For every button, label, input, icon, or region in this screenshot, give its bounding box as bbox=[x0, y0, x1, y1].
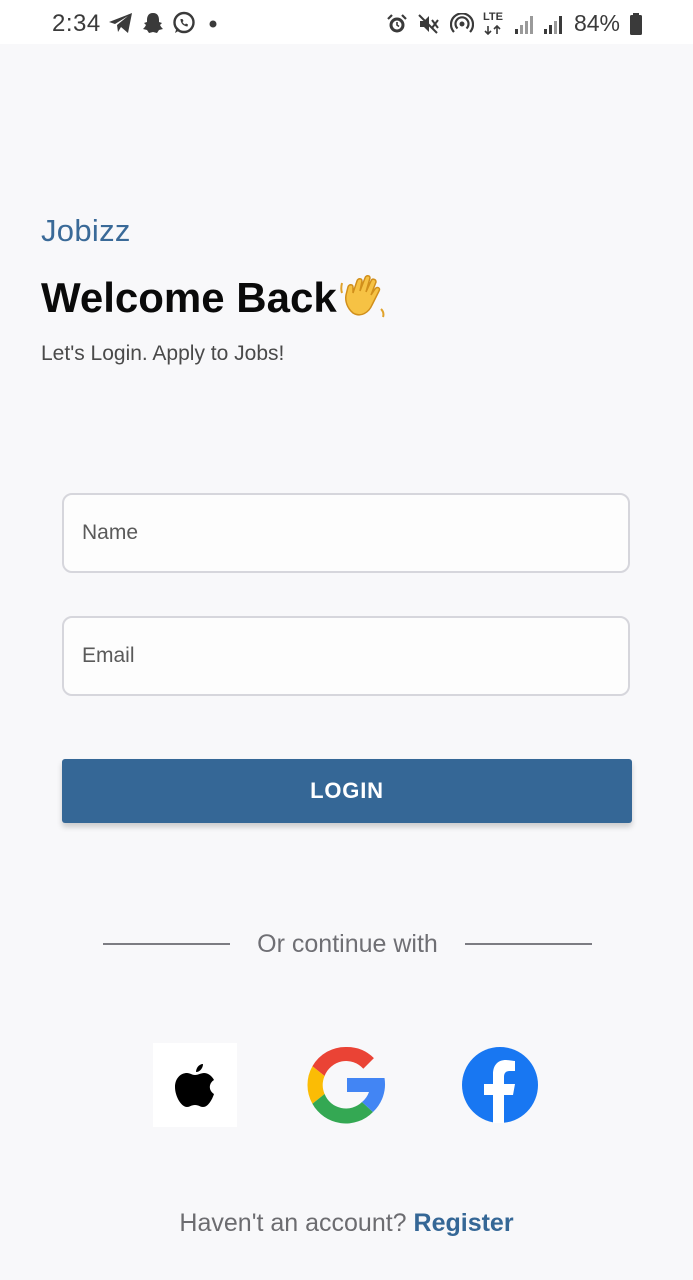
battery-percentage: 84% bbox=[573, 10, 620, 36]
notification-icons bbox=[108, 11, 222, 35]
page-title: Welcome Back bbox=[41, 274, 337, 321]
register-prompt: Haven't an account? bbox=[179, 1209, 414, 1237]
mute-icon bbox=[418, 13, 439, 34]
apple-icon bbox=[175, 1064, 214, 1107]
alarm-icon bbox=[387, 13, 407, 32]
facebook-login-button[interactable] bbox=[458, 1043, 542, 1127]
system-icons: LTE 84% bbox=[386, 10, 643, 37]
or-continue-divider: Or continue with bbox=[103, 926, 592, 962]
signal-icon-2 bbox=[543, 15, 562, 34]
facebook-icon bbox=[462, 1047, 538, 1123]
lte-icon: LTE bbox=[483, 11, 505, 35]
register-link[interactable]: Register bbox=[414, 1209, 514, 1237]
register-row: Haven't an account? Register bbox=[0, 1209, 693, 1238]
divider-text: Or continue with bbox=[257, 929, 438, 958]
divider-line-right bbox=[464, 943, 592, 945]
waving-hand-icon bbox=[339, 275, 385, 318]
google-icon bbox=[307, 1046, 386, 1124]
signal-icon bbox=[514, 15, 533, 34]
divider-line-left bbox=[103, 943, 230, 945]
status-time: 2:34 bbox=[52, 10, 101, 37]
snapchat-icon bbox=[143, 13, 163, 33]
login-button[interactable]: LOGIN bbox=[62, 759, 632, 823]
whatsapp-icon bbox=[173, 11, 195, 34]
telegram-icon bbox=[109, 13, 132, 33]
status-bar: 2:34 LTE 84% bbox=[0, 0, 693, 44]
dot-icon bbox=[209, 20, 217, 28]
apple-login-button[interactable] bbox=[153, 1043, 237, 1127]
welcome-heading: Welcome Back bbox=[41, 273, 389, 323]
login-screen: 2:34 LTE 84% Jobizz Welcome Back Let's L… bbox=[0, 0, 693, 1280]
hotspot-icon bbox=[449, 12, 474, 33]
brand-name: Jobizz bbox=[41, 213, 131, 248]
email-input[interactable] bbox=[62, 616, 630, 696]
name-input[interactable] bbox=[62, 493, 630, 573]
battery-icon bbox=[630, 12, 642, 35]
subtitle: Let's Login. Apply to Jobs! bbox=[41, 342, 285, 365]
google-login-button[interactable] bbox=[305, 1043, 389, 1127]
